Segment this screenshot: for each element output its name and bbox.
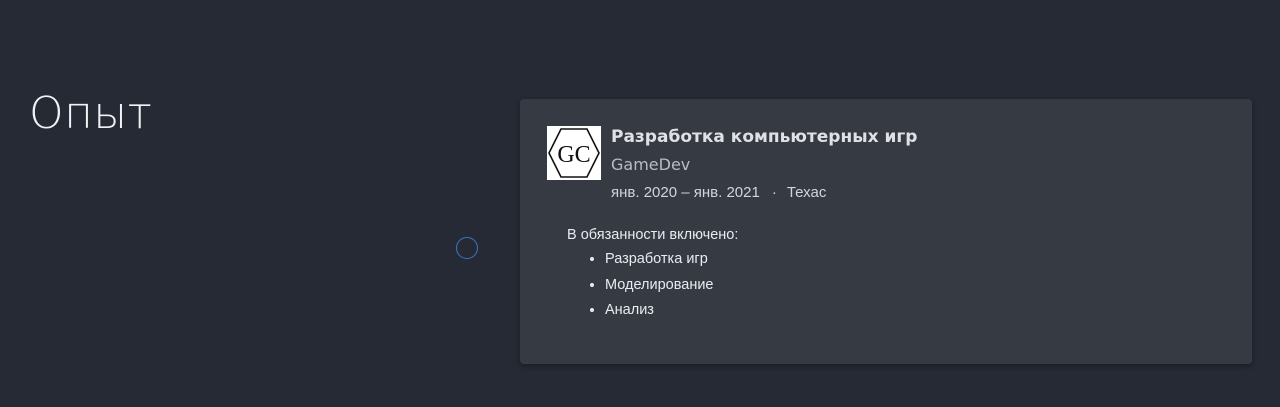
job-title: Разработка компьютерных игр: [611, 127, 918, 147]
job-location: Техас: [786, 184, 827, 201]
company-logo: GC: [547, 126, 601, 180]
list-item: Разработка игр: [605, 250, 714, 268]
duties-intro: В обязанности включено:: [567, 227, 739, 243]
job-period: янв. 2020 – янв. 2021: [611, 184, 760, 201]
logo-text: GC: [557, 142, 590, 168]
section-title: Опыт: [29, 88, 153, 139]
job-meta: янв. 2020 – янв. 2021 · Техас: [611, 184, 826, 202]
timeline-dot: [456, 237, 478, 259]
company-name: GameDev: [611, 155, 691, 174]
list-item: Моделирование: [605, 276, 714, 294]
list-item: Анализ: [605, 301, 714, 319]
meta-separator: ·: [771, 184, 777, 201]
experience-card: GC Разработка компьютерных игр GameDev я…: [520, 99, 1252, 364]
duties-list: Разработка игр Моделирование Анализ: [567, 250, 714, 327]
hexagon-logo-icon: GC: [548, 128, 600, 178]
